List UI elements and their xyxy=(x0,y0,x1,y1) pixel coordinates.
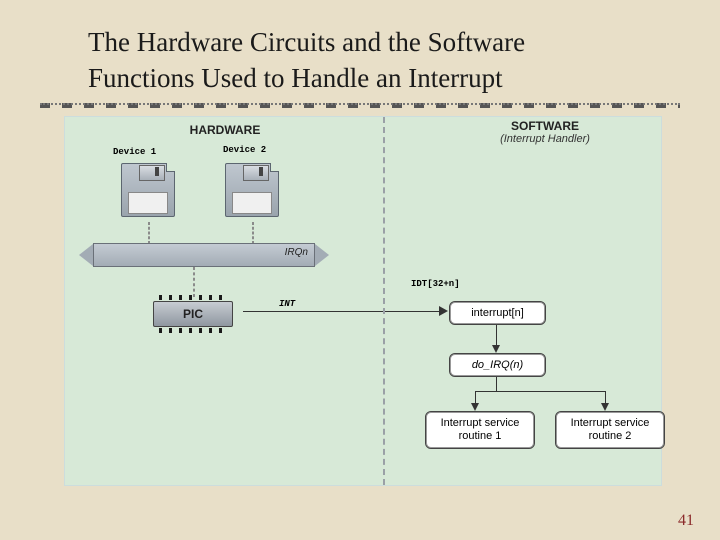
device-2-icon xyxy=(225,163,279,217)
isr2-line1: Interrupt service xyxy=(571,417,650,429)
irq-arrow-left-icon xyxy=(79,244,93,266)
conn-doirq-split xyxy=(496,377,497,391)
interrupt-n-text: interrupt[n] xyxy=(471,307,524,319)
device-2-label: Device 2 xyxy=(223,145,266,155)
branch-h xyxy=(475,391,605,392)
irq-bus: IRQn xyxy=(79,243,329,267)
idt-label: IDT[32+n] xyxy=(411,279,460,289)
isr1-line1: Interrupt service xyxy=(441,417,520,429)
slide: The Hardware Circuits and the Software F… xyxy=(0,0,720,540)
isr-1-box: Interrupt service routine 1 xyxy=(425,411,535,449)
irqn-label: IRQn xyxy=(285,247,308,258)
irq-arrow-right-icon xyxy=(315,244,329,266)
title-line-2: Functions Used to Handle an Interrupt xyxy=(88,63,503,93)
arrow-isr1-icon xyxy=(471,403,479,411)
title-line-1: The Hardware Circuits and the Software xyxy=(88,27,525,57)
software-subheader: (Interrupt Handler) xyxy=(425,133,665,145)
isr-2-box: Interrupt service routine 2 xyxy=(555,411,665,449)
arrow-down-1-icon xyxy=(492,345,500,353)
conn-dev2-irq xyxy=(252,222,254,244)
int-line xyxy=(243,311,443,312)
device-1-icon xyxy=(121,163,175,217)
slide-number: 41 xyxy=(678,512,694,530)
pic-chip: PIC xyxy=(145,295,241,333)
hardware-header: HARDWARE xyxy=(95,123,355,137)
int-arrowhead-icon xyxy=(439,306,448,316)
diagram-canvas: HARDWARE SOFTWARE (Interrupt Handler) De… xyxy=(64,116,662,486)
pic-label: PIC xyxy=(183,307,203,321)
conn-interrupt-doirq xyxy=(496,325,497,347)
conn-dev1-irq xyxy=(148,222,150,244)
device-1-label: Device 1 xyxy=(113,147,156,157)
hw-sw-divider xyxy=(383,117,385,485)
interrupt-n-box: interrupt[n] xyxy=(449,301,546,325)
slide-title: The Hardware Circuits and the Software F… xyxy=(88,24,670,97)
isr2-line2: routine 2 xyxy=(589,430,632,442)
do-irq-box: do_IRQ(n) xyxy=(449,353,546,377)
divider-rule xyxy=(40,103,680,108)
software-header: SOFTWARE xyxy=(425,119,665,133)
int-label: INT xyxy=(279,299,295,309)
isr1-line2: routine 1 xyxy=(459,430,502,442)
software-header-block: SOFTWARE (Interrupt Handler) xyxy=(425,119,665,145)
arrow-isr2-icon xyxy=(601,403,609,411)
conn-irq-pic xyxy=(193,267,195,297)
do-irq-text: do_IRQ(n) xyxy=(472,359,523,371)
